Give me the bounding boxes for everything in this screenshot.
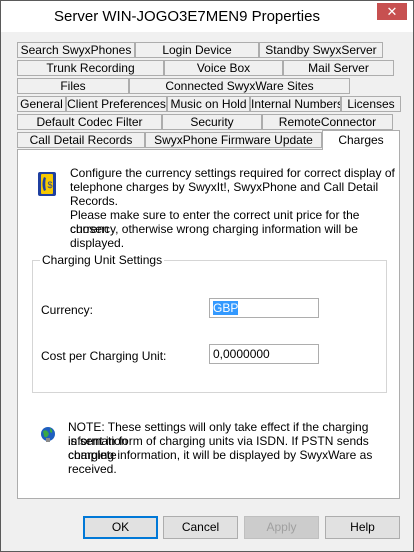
tab-trunk-recording[interactable]: Trunk Recording [17, 60, 164, 76]
group-label: Charging Unit Settings [40, 253, 165, 267]
tab-music-on-hold[interactable]: Music on Hold [167, 96, 250, 112]
help-button[interactable]: Help [325, 516, 400, 539]
tab-charges[interactable]: Charges [322, 130, 400, 150]
tab-call-detail-records[interactable]: Call Detail Records [17, 132, 145, 148]
ok-button[interactable]: OK [83, 516, 158, 539]
tab-default-codec-filter[interactable]: Default Codec Filter [17, 114, 162, 130]
tab-mail-server[interactable]: Mail Server [283, 60, 394, 76]
tab-licenses[interactable]: Licenses [341, 96, 401, 112]
globe-note-icon [41, 427, 55, 442]
close-button[interactable]: ✕ [377, 3, 407, 20]
note-text-line3: charging information, it will be display… [68, 448, 373, 476]
tab-files[interactable]: Files [17, 78, 129, 94]
tab-security[interactable]: Security [162, 114, 262, 130]
intro-text-line2: telephone charges by SwyxIt!, SwyxPhone … [70, 180, 379, 208]
tab-internal-numbers[interactable]: Internal Numbers [250, 96, 341, 112]
tab-general[interactable]: General [17, 96, 66, 112]
apply-button[interactable]: Apply [244, 516, 319, 539]
title-bar: Server WIN-JOGO3E7MEN9 Properties ✕ [1, 1, 413, 32]
tab-voice-box[interactable]: Voice Box [164, 60, 283, 76]
currency-value: GBP [213, 301, 239, 315]
cost-label: Cost per Charging Unit: [41, 349, 167, 363]
charging-unit-settings-group: Charging Unit Settings Currency: GBP Cos… [32, 253, 387, 393]
tab-login-device[interactable]: Login Device [135, 42, 259, 58]
tab-connected-swyxware-sites[interactable]: Connected SwyxWare Sites [129, 78, 350, 94]
warning-text-line2: currency, otherwise wrong charging infor… [70, 222, 358, 250]
phone-currency-icon: $ [38, 172, 56, 196]
intro-text-line1: Configure the currency settings required… [70, 166, 395, 180]
currency-label: Currency: [41, 303, 94, 317]
tab-swyxphone-firmware-update[interactable]: SwyxPhone Firmware Update [145, 132, 322, 148]
window-title: Server WIN-JOGO3E7MEN9 Properties [54, 8, 320, 25]
cancel-button[interactable]: Cancel [163, 516, 238, 539]
tab-search-swyxphones[interactable]: Search SwyxPhones [17, 42, 135, 58]
tab-standby-swyxserver[interactable]: Standby SwyxServer [259, 42, 383, 58]
tab-client-preferences[interactable]: Client Preferences [66, 96, 167, 112]
tab-remoteconnector[interactable]: RemoteConnector [262, 114, 393, 130]
currency-field[interactable]: GBP [209, 298, 319, 318]
properties-window: Server WIN-JOGO3E7MEN9 Properties ✕ Sear… [0, 0, 414, 552]
svg-text:$: $ [47, 180, 52, 190]
cost-field[interactable]: 0,0000000 [209, 344, 319, 364]
charges-panel: $ Configure the currency settings requir… [17, 149, 400, 499]
